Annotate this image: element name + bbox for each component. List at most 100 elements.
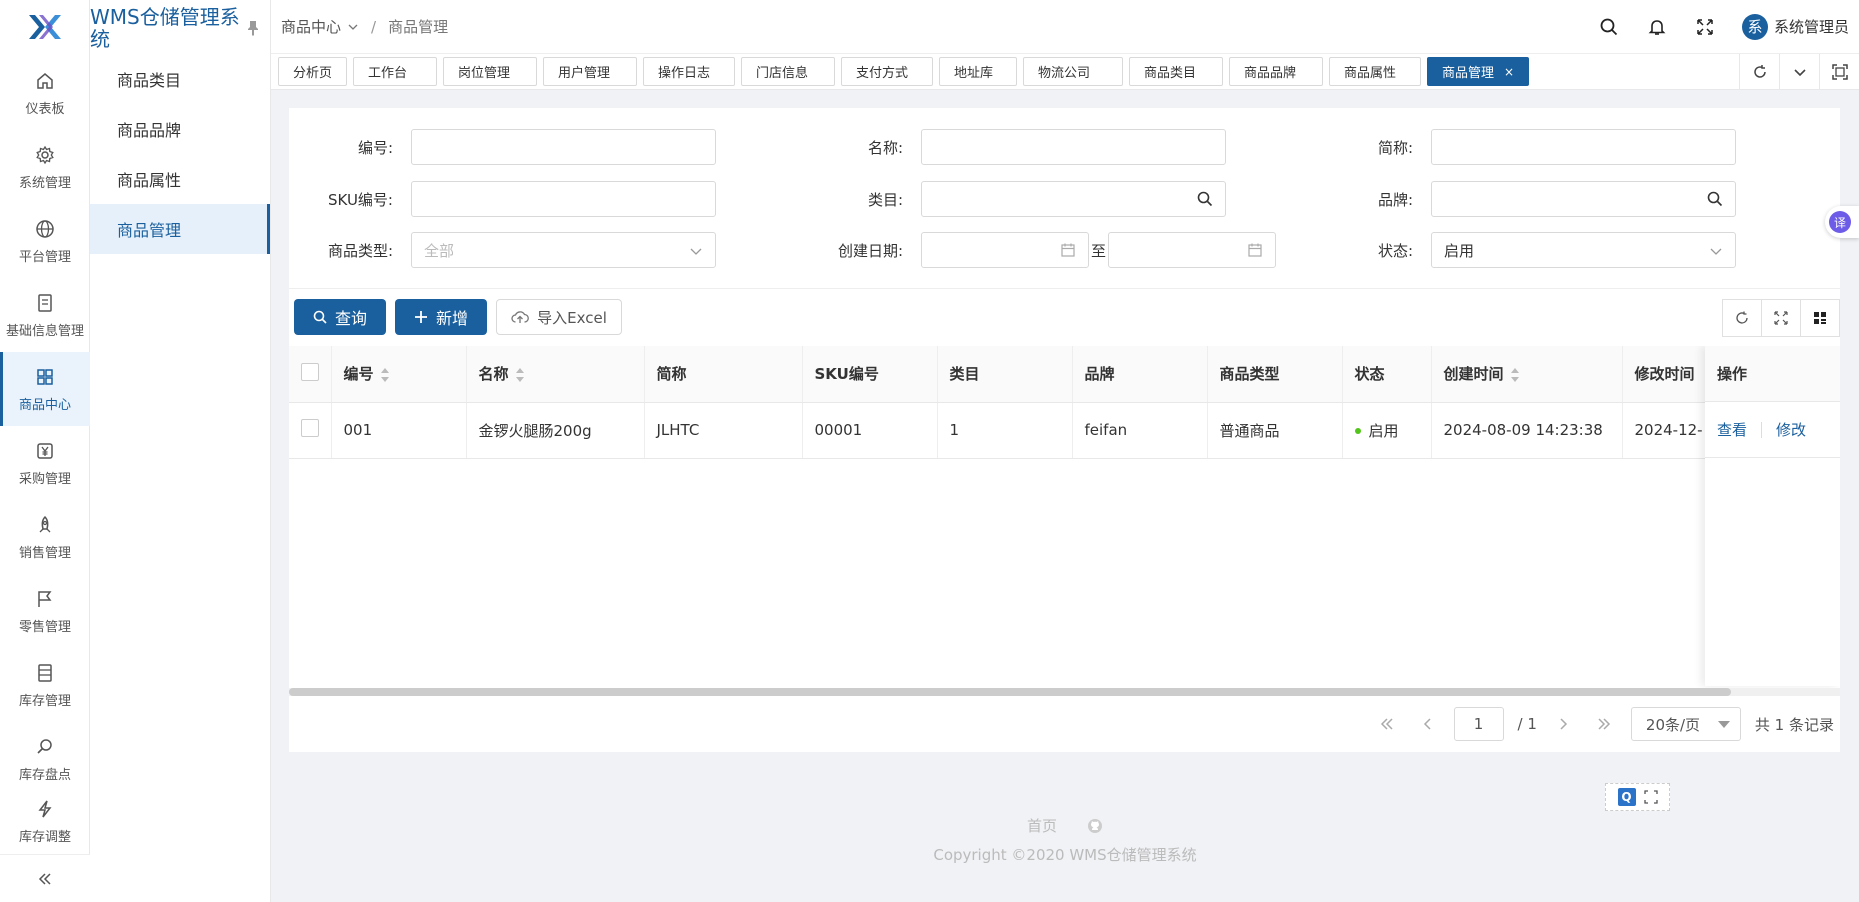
sidebar-item-basic-info[interactable]: 基础信息管理 [0,278,90,352]
search-icon [313,310,327,324]
sidebar-item-sales[interactable]: 销售管理 [0,500,90,574]
category-input[interactable] [921,181,1226,217]
sidebar-collapse-button[interactable] [0,854,90,902]
tab-users[interactable]: 用户管理 [543,57,638,86]
tab-positions[interactable]: 岗位管理 [443,57,538,86]
column-header-name[interactable]: 名称 [466,346,645,403]
column-header-label: 名称 [478,365,509,384]
edit-link[interactable]: 修改 [1776,419,1806,440]
refresh-tab-button[interactable] [1739,53,1779,90]
import-excel-button[interactable]: 导入Excel [496,299,622,335]
page-size-select[interactable]: 20条/页 [1630,707,1741,741]
last-page-button[interactable] [1591,711,1617,737]
breadcrumb-parent[interactable]: 商品中心 [281,16,341,37]
cloud-upload-icon [511,311,530,323]
refresh-icon [1753,64,1766,78]
fullscreen-icon[interactable] [1694,16,1716,38]
sidebar-item-inventory[interactable]: 库存管理 [0,648,90,722]
sidebar-item-adjustment[interactable]: 库存调整 [0,796,90,846]
floating-widget[interactable]: Q [1605,783,1670,811]
tab-workbench[interactable]: 工作台 [353,57,438,86]
first-page-button[interactable] [1374,711,1400,737]
tab-brand[interactable]: 商品品牌 [1229,57,1324,86]
page-number-input[interactable]: 1 [1453,707,1504,741]
tab-category[interactable]: 商品类目 [1129,57,1224,86]
pin-icon[interactable] [246,20,260,36]
tab-attribute[interactable]: 商品属性 [1329,57,1422,86]
brand-input[interactable] [1431,181,1736,217]
submenu-item-brand[interactable]: 商品品牌 [90,104,270,154]
status-select[interactable]: 启用 [1431,232,1736,268]
table-toolbar: 查询 新增 导入Excel [289,288,1840,346]
sidebar-item-stocktake[interactable]: 库存盘点 [0,722,90,796]
sidebar-item-system[interactable]: 系统管理 [0,130,90,204]
tab-analysis[interactable]: 分析页 [278,57,348,86]
short-name-input[interactable] [1431,129,1736,165]
tab-address[interactable]: 地址库 [939,57,1018,86]
search-icon[interactable] [1707,191,1723,207]
app-title-text: WMS仓储管理系统 [90,5,240,51]
prev-page-button[interactable] [1414,711,1440,737]
sort-icon[interactable] [515,367,525,383]
column-settings-button[interactable] [1800,299,1840,337]
table-row[interactable]: 001 金锣火腿肠200g JLHTC 00001 1 feifan 普通商品 … [289,402,1840,459]
column-header-brand: 品牌 [1072,346,1208,403]
end-date-input[interactable] [1108,232,1277,268]
product-type-select[interactable]: 全部 [411,232,716,268]
start-date-input[interactable] [921,232,1089,268]
calendar-icon [1248,243,1262,257]
tab-product[interactable]: 商品管理 × [1427,57,1530,86]
grid-icon [34,366,56,388]
maximize-button[interactable] [1819,53,1859,90]
next-page-button[interactable] [1551,711,1577,737]
cell-created: 2024-08-09 14:23:38 [1431,402,1623,459]
flag-icon [34,588,56,610]
sidebar-item-dashboard[interactable]: 仪表板 [0,56,90,130]
translate-bubble[interactable]: 译 [1825,206,1859,238]
column-header-label: 商品类型 [1219,365,1280,384]
short-name-label: 简称: [1377,138,1413,157]
view-link[interactable]: 查看 [1717,419,1747,440]
query-button[interactable]: 查询 [294,299,386,335]
chevron-down-icon[interactable] [347,21,359,33]
bell-icon[interactable] [1646,16,1668,38]
tab-store-info[interactable]: 门店信息 [741,57,836,86]
row-checkbox[interactable] [301,419,319,437]
submenu-item-attribute[interactable]: 商品属性 [90,154,270,204]
sku-input[interactable] [411,181,716,217]
code-input[interactable] [411,129,716,165]
search-icon[interactable] [1197,191,1213,207]
tab-operation-log[interactable]: 操作日志 [643,57,736,86]
tabs-dropdown-button[interactable] [1779,53,1819,90]
add-button-label: 新增 [435,309,468,328]
submenu-item-label: 商品品牌 [117,121,182,140]
footer-home-link[interactable]: 首页 [1027,815,1057,836]
name-input[interactable] [921,129,1226,165]
category-label: 类目: [867,190,903,209]
sidebar-item-purchase[interactable]: 采购管理 [0,426,90,500]
tab-label: 岗位管理 [458,66,511,81]
search-icon[interactable] [1598,16,1620,38]
horizontal-scrollbar[interactable] [289,688,1731,696]
refresh-table-button[interactable] [1722,299,1762,337]
page-footer: 首页 Copyright ©2020 WMS仓储管理系统 [271,815,1859,865]
tab-logistics[interactable]: 物流公司 [1023,57,1124,86]
sort-icon[interactable] [380,367,390,383]
submenu-item-product[interactable]: 商品管理 [90,204,270,254]
column-header-code[interactable]: 编号 [331,346,467,403]
user-menu[interactable]: 系 系统管理员 [1741,13,1849,40]
field-brand: 品牌: [1309,181,1736,217]
sidebar-item-retail[interactable]: 零售管理 [0,574,90,648]
table-fullscreen-button[interactable] [1761,299,1801,337]
tab-payment[interactable]: 支付方式 [841,57,934,86]
github-icon[interactable] [1087,818,1103,834]
add-button[interactable]: 新增 [395,299,487,335]
submenu-item-category[interactable]: 商品类目 [90,54,270,104]
sidebar-item-product-center[interactable]: 商品中心 [0,352,90,426]
column-header-created[interactable]: 创建时间 [1431,346,1623,403]
logo[interactable] [0,0,89,54]
select-all-checkbox[interactable] [301,362,319,381]
sidebar-item-platform[interactable]: 平台管理 [0,204,90,278]
close-icon[interactable]: × [1504,65,1514,79]
sort-icon[interactable] [1510,367,1520,383]
